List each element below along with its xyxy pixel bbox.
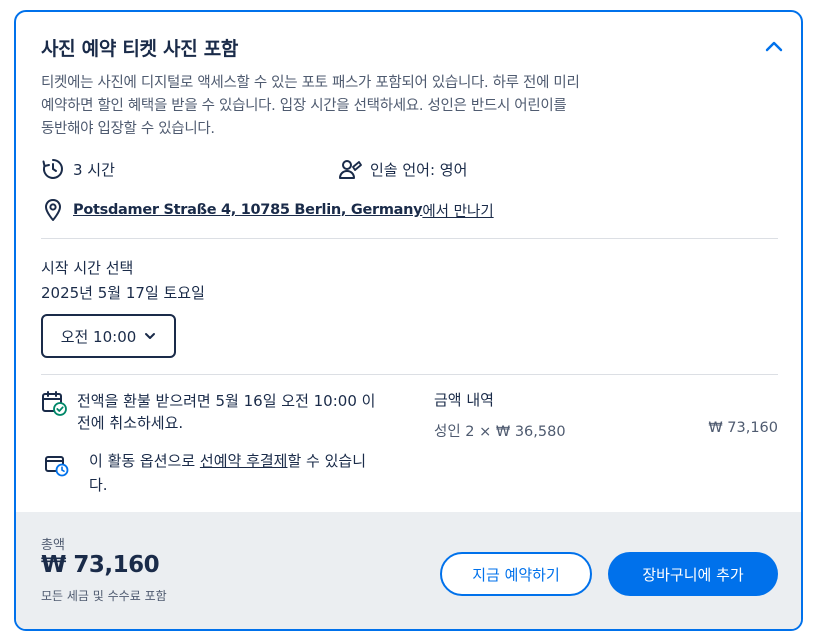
checkout-footer: 총액 ₩ 73,160 모든 세금 및 수수료 포함 지금 예약하기 장바구니에… bbox=[16, 512, 801, 629]
price-line-label: 성인 2 × ₩ 36,580 bbox=[434, 424, 566, 440]
pay-later-link[interactable]: 선예약 후결제 bbox=[200, 452, 288, 470]
price-breakdown-title: 금액 내역 bbox=[434, 391, 494, 409]
reserve-now-pay-later-info: 이 활동 옵션으로 선예약 후결제할 수 있습니다. bbox=[45, 449, 369, 497]
chevron-up-icon[interactable] bbox=[764, 38, 784, 54]
meeting-point-link[interactable]: Potsdamer Straße 4, 10785 Berlin, German… bbox=[73, 202, 423, 218]
duration-info: 3 시간 bbox=[41, 157, 115, 181]
option-title: 사진 예약 티켓 사진 포함 bbox=[41, 38, 239, 60]
total-note: 모든 세금 및 수수료 포함 bbox=[41, 589, 167, 603]
price-line: 성인 2 × ₩ 36,580 ₩ 73,160 bbox=[434, 420, 778, 441]
meeting-point-suffix[interactable]: 에서 만나기 bbox=[422, 200, 493, 221]
pay-later-text: 이 활동 옵션으로 선예약 후결제할 수 있습니다. bbox=[89, 449, 369, 497]
reserve-now-button[interactable]: 지금 예약하기 bbox=[440, 552, 592, 596]
total-price: ₩ 73,160 bbox=[41, 552, 160, 578]
guide-person-icon bbox=[339, 160, 362, 179]
selected-date: 2025년 5월 17일 토요일 bbox=[41, 284, 205, 302]
add-to-cart-button[interactable]: 장바구니에 추가 bbox=[608, 552, 778, 596]
price-line-amount: ₩ 73,160 bbox=[708, 420, 778, 436]
cancellation-text: 전액을 환불 받으려면 5월 16일 오전 10:00 이전에 취소하세요. bbox=[77, 392, 376, 432]
total-label: 총액 bbox=[41, 538, 65, 553]
activity-option-card: 사진 예약 티켓 사진 포함 티켓에는 사진에 디지털로 액세스할 수 있는 포… bbox=[14, 10, 803, 631]
start-time-label: 시작 시간 선택 bbox=[41, 259, 134, 277]
start-time-select[interactable]: 오전 10:00 bbox=[41, 314, 176, 358]
duration-text: 3 시간 bbox=[73, 160, 115, 179]
divider bbox=[41, 374, 778, 375]
chevron-down-icon bbox=[145, 333, 156, 339]
clock-history-icon bbox=[42, 159, 63, 179]
start-time-value: 오전 10:00 bbox=[60, 327, 137, 346]
meeting-point: Potsdamer Straße 4, 10785 Berlin, German… bbox=[41, 198, 494, 222]
divider bbox=[41, 238, 778, 239]
pay-later-prefix: 이 활동 옵션으로 bbox=[89, 452, 200, 470]
calendar-check-icon bbox=[42, 391, 67, 416]
option-description: 티켓에는 사진에 디지털로 액세스할 수 있는 포토 패스가 포함되어 있습니다… bbox=[41, 75, 580, 137]
guide-language-text: 인솔 언어: 영어 bbox=[370, 160, 468, 179]
guide-language-info: 인솔 언어: 영어 bbox=[338, 157, 467, 181]
location-pin-icon bbox=[45, 199, 61, 221]
free-cancellation-info: 전액을 환불 받으려면 5월 16일 오전 10:00 이전에 취소하세요. bbox=[41, 390, 387, 434]
wallet-clock-icon bbox=[45, 456, 69, 477]
